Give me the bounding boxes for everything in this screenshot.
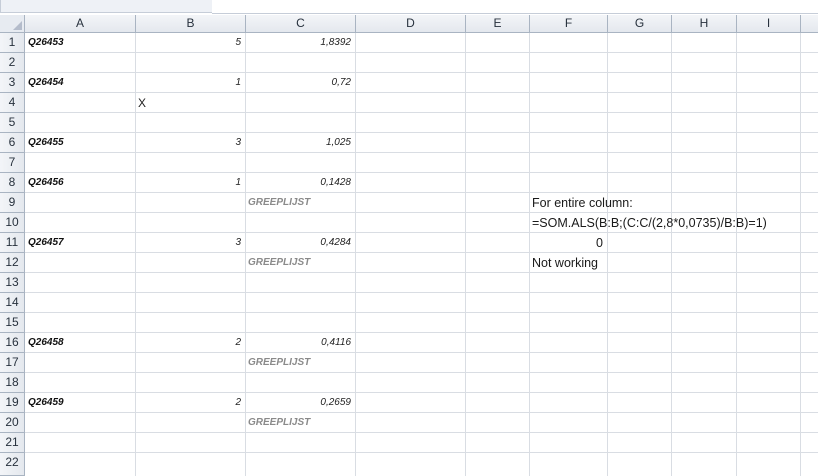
cell-c8[interactable]: 0,1428 <box>245 173 355 193</box>
gridline <box>25 452 818 453</box>
row-header[interactable]: 20 <box>0 413 25 433</box>
row-header[interactable]: 7 <box>0 153 25 173</box>
gridline <box>671 33 672 476</box>
gridline <box>25 212 818 213</box>
row-header[interactable]: 16 <box>0 333 25 353</box>
cell-grid[interactable]: Q26453 5 1,8392 Q26454 1 0,72 X Q26455 3… <box>25 33 818 476</box>
gridline <box>465 33 466 476</box>
row-header[interactable]: 10 <box>0 213 25 233</box>
cell-c1[interactable]: 1,8392 <box>245 33 355 53</box>
row-header[interactable]: 19 <box>0 393 25 413</box>
row-header[interactable]: 4 <box>0 93 25 113</box>
cell-c6[interactable]: 1,025 <box>245 133 355 153</box>
column-header-d[interactable]: D <box>356 15 466 33</box>
gridline <box>355 33 356 476</box>
row-header[interactable]: 1 <box>0 33 25 53</box>
gridline <box>25 292 818 293</box>
cell-b3[interactable]: 1 <box>135 73 245 93</box>
row-header[interactable]: 13 <box>0 273 25 293</box>
cell-c16[interactable]: 0,4116 <box>245 333 355 353</box>
cell-a8[interactable]: Q26456 <box>25 173 135 193</box>
gridline <box>25 372 818 373</box>
row-header[interactable]: 9 <box>0 193 25 213</box>
select-all-button[interactable] <box>0 15 25 33</box>
cell-a1[interactable]: Q26453 <box>25 33 135 53</box>
column-header-i[interactable]: I <box>737 15 801 33</box>
column-header-b[interactable]: B <box>136 15 246 33</box>
row-header[interactable]: 3 <box>0 73 25 93</box>
cell-f11[interactable]: 0 <box>529 233 607 253</box>
column-header-e[interactable]: E <box>466 15 530 33</box>
cell-c11[interactable]: 0,4284 <box>245 233 355 253</box>
column-header-c[interactable]: C <box>246 15 356 33</box>
cell-a6[interactable]: Q26455 <box>25 133 135 153</box>
cell-a19[interactable]: Q26459 <box>25 393 135 413</box>
cell-c12[interactable]: GREEPLIJST <box>245 253 355 273</box>
column-header-partial[interactable] <box>801 15 818 33</box>
cell-c17[interactable]: GREEPLIJST <box>245 353 355 373</box>
row-header[interactable]: 21 <box>0 433 25 453</box>
cell-b6[interactable]: 3 <box>135 133 245 153</box>
row-header[interactable]: 5 <box>0 113 25 133</box>
cell-c19[interactable]: 0,2659 <box>245 393 355 413</box>
row-header[interactable]: 15 <box>0 313 25 333</box>
row-header[interactable]: 17 <box>0 353 25 373</box>
cell-b19[interactable]: 2 <box>135 393 245 413</box>
column-header-a[interactable]: A <box>25 15 136 33</box>
name-box[interactable] <box>0 0 213 13</box>
formula-bar-area <box>0 0 818 14</box>
formula-input[interactable] <box>212 0 818 14</box>
column-header-f[interactable]: F <box>530 15 608 33</box>
cell-b11[interactable]: 3 <box>135 233 245 253</box>
gridline <box>25 312 818 313</box>
column-header-h[interactable]: H <box>672 15 737 33</box>
cell-c3[interactable]: 0,72 <box>245 73 355 93</box>
cell-f12[interactable]: Not working <box>529 253 607 273</box>
cell-a11[interactable]: Q26457 <box>25 233 135 253</box>
column-header-g[interactable]: G <box>608 15 672 33</box>
row-header[interactable]: 11 <box>0 233 25 253</box>
cell-a16[interactable]: Q26458 <box>25 333 135 353</box>
cell-a3[interactable]: Q26454 <box>25 73 135 93</box>
row-header[interactable]: 22 <box>0 453 25 476</box>
row-header[interactable]: 14 <box>0 293 25 313</box>
gridline <box>607 33 608 476</box>
cell-f9[interactable]: For entire column: <box>529 193 633 213</box>
cell-c20[interactable]: GREEPLIJST <box>245 413 355 433</box>
cell-c9[interactable]: GREEPLIJST <box>245 193 355 213</box>
row-header[interactable]: 12 <box>0 253 25 273</box>
row-header[interactable]: 18 <box>0 373 25 393</box>
cell-b16[interactable]: 2 <box>135 333 245 353</box>
gridline <box>800 33 801 476</box>
cell-b4[interactable]: X <box>135 93 245 113</box>
cell-b1[interactable]: 5 <box>135 33 245 53</box>
gridline <box>25 272 818 273</box>
row-header[interactable]: 6 <box>0 133 25 153</box>
row-header[interactable]: 8 <box>0 173 25 193</box>
gridline <box>736 33 737 476</box>
cell-b8[interactable]: 1 <box>135 173 245 193</box>
row-header[interactable]: 2 <box>0 53 25 73</box>
cell-f10[interactable]: =SOM.ALS(B:B;(C:C/(2,8*0,0735)/B:B)=1) <box>529 213 767 233</box>
gridline <box>25 432 818 433</box>
